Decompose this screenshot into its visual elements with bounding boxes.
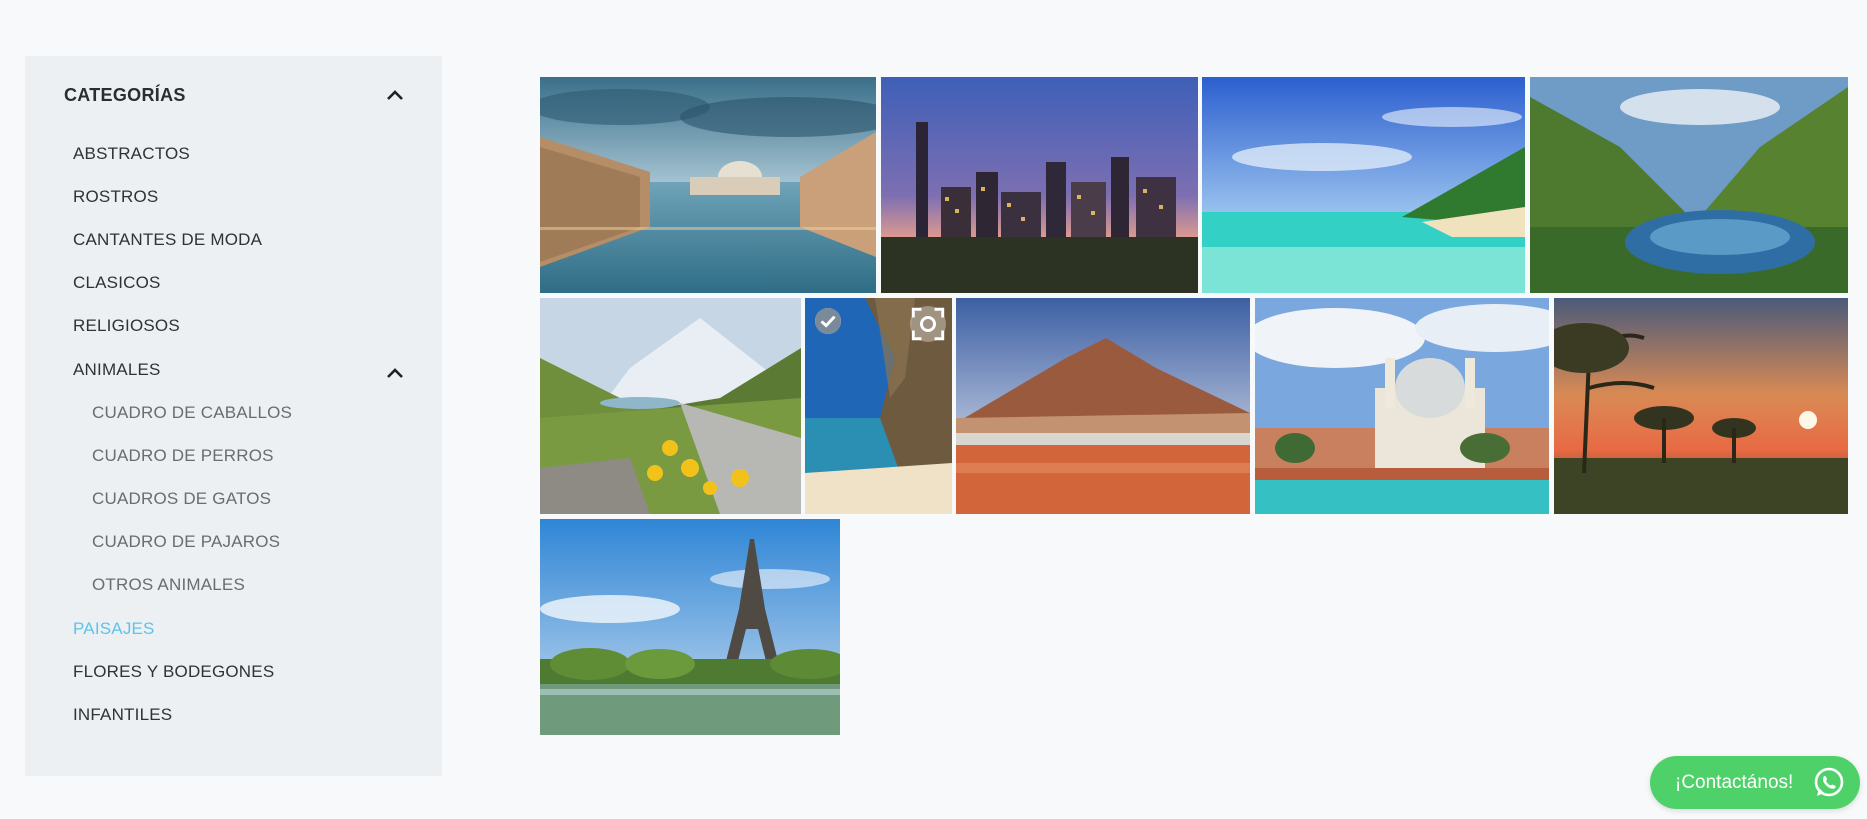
contact-whatsapp-button[interactable]: ¡Contactános! xyxy=(1650,756,1860,809)
gallery-image-venice-canal[interactable] xyxy=(540,77,876,293)
gallery-image-mountain-lake[interactable] xyxy=(1530,77,1848,293)
gallery-image-city-skyline[interactable] xyxy=(881,77,1198,293)
gallery-image-venice-basilica[interactable] xyxy=(1255,298,1549,514)
gallery-image-alpine-valley[interactable] xyxy=(540,298,801,514)
contact-label: ¡Contactános! xyxy=(1675,771,1794,793)
check-circle-icon[interactable] xyxy=(815,308,841,334)
gallery-image-sea-cliff[interactable] xyxy=(805,298,952,514)
whatsapp-icon xyxy=(1810,764,1848,802)
gallery-image-desert-volcano[interactable] xyxy=(956,298,1250,514)
gallery-image-eiffel-tower[interactable] xyxy=(540,519,840,735)
image-gallery xyxy=(0,0,1867,819)
gallery-image-tropical-beach[interactable] xyxy=(1202,77,1525,293)
gallery-image-savanna-sunset[interactable] xyxy=(1554,298,1848,514)
focus-icon[interactable] xyxy=(910,306,946,342)
